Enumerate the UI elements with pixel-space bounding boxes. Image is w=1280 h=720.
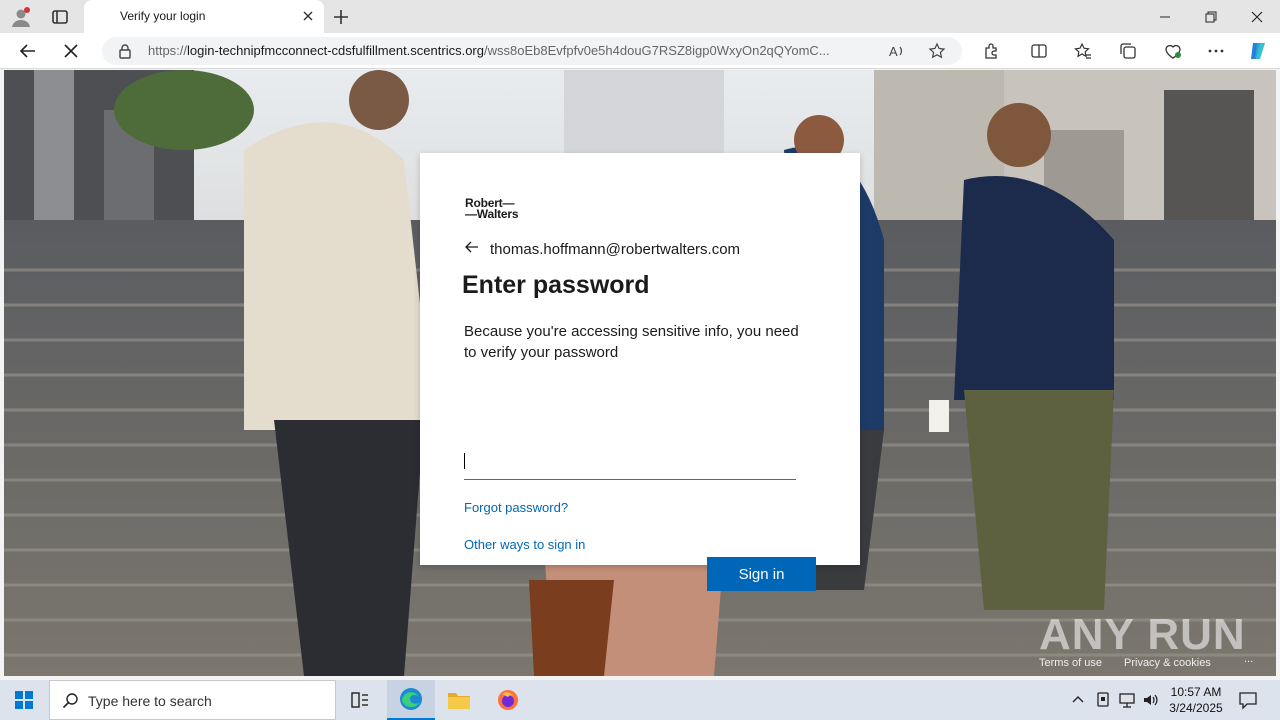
- text-caret: [464, 453, 465, 469]
- navigation-bar: https://login-technipfmcconnect-cdsfulfi…: [0, 33, 1280, 69]
- tab-active[interactable]: Verify your login: [84, 0, 324, 33]
- account-email: thomas.hoffmann@robertwalters.com: [490, 241, 741, 258]
- collections-icon[interactable]: [1115, 39, 1141, 63]
- tab-close-icon[interactable]: [300, 8, 316, 24]
- page-title: Enter password: [462, 271, 650, 299]
- tab-actions-icon[interactable]: [50, 7, 70, 27]
- task-view-icon[interactable]: [336, 680, 384, 720]
- description-text: Because you're accessing sensitive info,…: [464, 323, 799, 361]
- sign-in-button[interactable]: Sign in: [707, 557, 816, 591]
- split-screen-icon[interactable]: [1026, 39, 1052, 63]
- edge-taskbar-icon[interactable]: [387, 680, 435, 720]
- login-card: Robert— —Walters thomas.hoffmann@robertwa…: [420, 153, 860, 591]
- favorites-icon[interactable]: [1070, 39, 1096, 63]
- stop-loading-icon[interactable]: [58, 39, 84, 63]
- tab-strip: Verify your login: [0, 0, 1280, 33]
- back-icon[interactable]: [15, 39, 41, 63]
- taskbar: Type here to search 10:57 AM 3/24/2025: [0, 680, 1280, 720]
- svg-text:A: A: [889, 44, 898, 59]
- password-input[interactable]: [464, 449, 796, 480]
- watermark: ANY RUN: [1039, 610, 1246, 659]
- browser-essentials-icon[interactable]: [1160, 39, 1186, 63]
- other-ways-link[interactable]: Other ways to sign in: [464, 537, 585, 552]
- company-logo: Robert— —Walters: [465, 196, 519, 221]
- network-icon[interactable]: [1118, 691, 1136, 714]
- start-windows-icon[interactable]: [0, 680, 48, 720]
- file-explorer-icon[interactable]: [435, 680, 483, 720]
- show-hidden-icons-icon[interactable]: [1070, 692, 1086, 713]
- clock-date: 3/24/2025: [1169, 701, 1223, 715]
- address-bar[interactable]: https://login-technipfmcconnect-cdsfulfi…: [102, 37, 962, 65]
- device-icon[interactable]: [1095, 691, 1111, 714]
- footer-more-button[interactable]: ...: [1244, 653, 1253, 665]
- extensions-icon[interactable]: [978, 39, 1004, 63]
- tab-title: Verify your login: [120, 9, 206, 23]
- copilot-icon[interactable]: [1245, 39, 1271, 63]
- page-viewport: Robert— —Walters thomas.hoffmann@robertwa…: [4, 70, 1276, 676]
- restore-icon[interactable]: [1196, 6, 1226, 28]
- more-menu-icon[interactable]: [1203, 39, 1229, 63]
- volume-icon[interactable]: [1142, 691, 1160, 714]
- url-text[interactable]: https://login-technipfmcconnect-cdsfulfi…: [148, 43, 878, 58]
- clock-time: 10:57 AM: [1170, 685, 1222, 699]
- forgot-password-link[interactable]: Forgot password?: [464, 500, 568, 515]
- back-arrow-icon[interactable]: [464, 239, 480, 260]
- new-tab-icon[interactable]: [330, 6, 352, 28]
- taskbar-search-box[interactable]: Type here to search: [49, 680, 336, 720]
- lock-icon[interactable]: [118, 43, 132, 64]
- system-clock[interactable]: 10:57 AM 3/24/2025: [1160, 684, 1232, 716]
- close-window-icon[interactable]: [1242, 6, 1272, 28]
- firefox-icon[interactable]: [484, 680, 532, 720]
- profile-icon[interactable]: [10, 6, 32, 28]
- favorite-star-icon[interactable]: [928, 42, 946, 65]
- minimize-icon[interactable]: [1150, 6, 1180, 28]
- read-aloud-icon[interactable]: A: [888, 42, 906, 65]
- terms-link[interactable]: Terms of use: [1039, 657, 1102, 669]
- search-icon: [62, 692, 80, 715]
- identity-row[interactable]: thomas.hoffmann@robertwalters.com: [464, 239, 740, 260]
- privacy-link[interactable]: Privacy & cookies: [1124, 657, 1211, 669]
- search-placeholder: Type here to search: [88, 693, 212, 709]
- notifications-icon[interactable]: [1238, 690, 1258, 715]
